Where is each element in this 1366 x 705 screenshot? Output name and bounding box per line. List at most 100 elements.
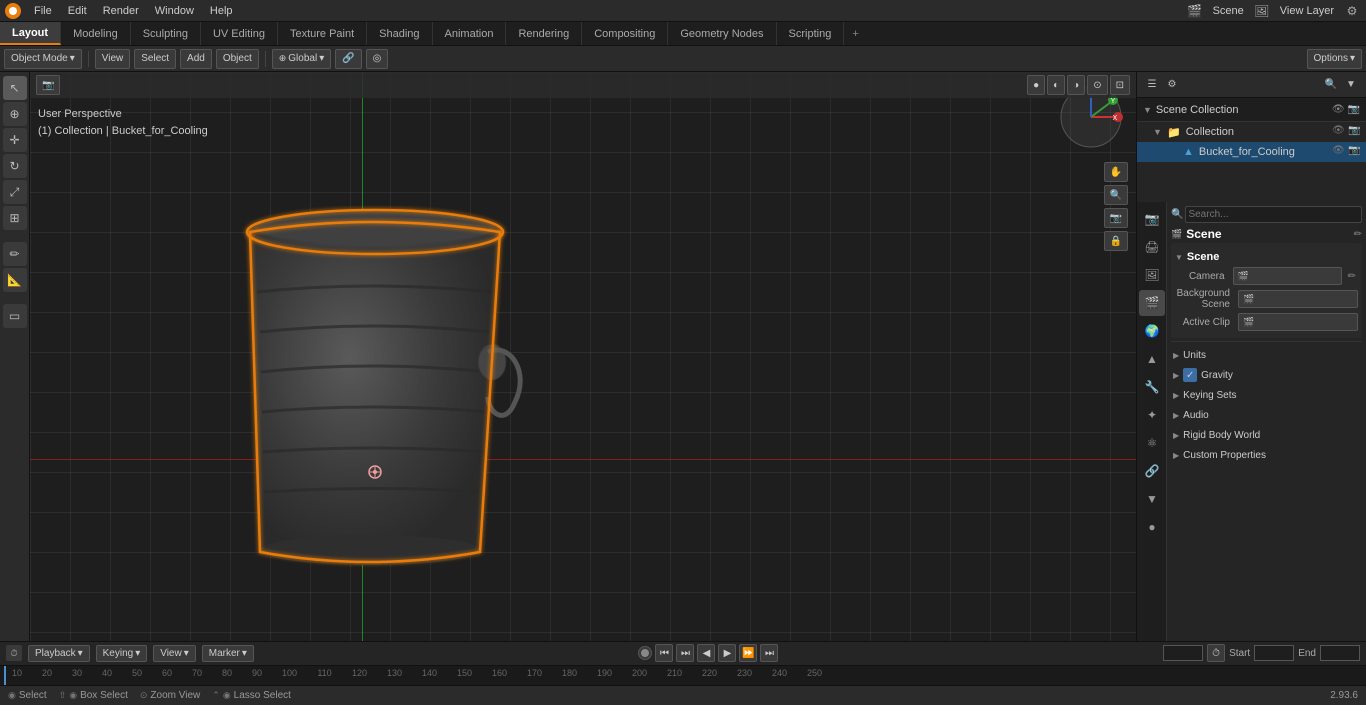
prev-keyframe-btn[interactable]: ⏭ [676, 644, 694, 662]
tool-add-cube[interactable]: ▭ [3, 304, 27, 328]
object-render-icon[interactable]: 📷 [1348, 145, 1362, 159]
tab-texture-paint[interactable]: Texture Paint [278, 22, 367, 45]
view-layer-icon[interactable]: 🖼 [1252, 1, 1272, 21]
viewport-shading-rendered[interactable]: ◑ [1067, 75, 1085, 95]
tab-animation[interactable]: Animation [433, 22, 507, 45]
prop-particles-btn[interactable]: ✦ [1139, 402, 1165, 428]
select-menu[interactable]: Select [134, 49, 176, 69]
camera-view-btn[interactable]: 📷 [1104, 208, 1128, 228]
bucket-3d-object[interactable] [170, 132, 580, 622]
menu-help[interactable]: Help [202, 3, 241, 19]
camera-edit-btn[interactable]: ✏ [1346, 271, 1358, 282]
gravity-collapsible[interactable]: ▶ ✓ Gravity [1171, 365, 1362, 385]
viewport-gizmo-toggle[interactable]: 📷 [36, 75, 60, 95]
viewport-xray-btn[interactable]: ⊡ [1110, 75, 1130, 95]
scene-collection-triangle[interactable]: ▼ [1143, 105, 1152, 115]
prop-view-layer-btn[interactable]: 🖼 [1139, 262, 1165, 288]
end-frame-input[interactable]: 250 [1320, 645, 1360, 661]
pan-view-btn[interactable]: ✋ [1104, 162, 1128, 182]
marker-btn[interactable]: Marker ▾ [202, 645, 254, 662]
viewport-3d[interactable]: 📷 ● ◐ ◑ ⊙ ⊡ User Perspective (1) Collect… [30, 72, 1136, 641]
filter-btn[interactable]: ▼ [1342, 76, 1360, 94]
prop-data-btn[interactable]: ▼ [1139, 486, 1165, 512]
prop-constraints-btn[interactable]: 🔗 [1139, 458, 1165, 484]
prop-render-btn[interactable]: 📷 [1139, 206, 1165, 232]
prop-world-btn[interactable]: 🌍 [1139, 318, 1165, 344]
visibility-icon[interactable]: 👁 [1332, 104, 1345, 115]
timeline-type-icon[interactable]: ⏱ [6, 645, 22, 661]
view-lock-btn[interactable]: 🔒 [1104, 231, 1128, 251]
tab-geometry-nodes[interactable]: Geometry Nodes [668, 22, 776, 45]
view-timeline-btn[interactable]: View ▾ [153, 645, 196, 662]
transform-global[interactable]: ⊕ Global ▾ [272, 49, 331, 69]
keying-sets-collapsible[interactable]: ▶ Keying Sets [1171, 385, 1362, 405]
jump-start-btn[interactable]: ⏮ [655, 644, 673, 662]
rigid-body-collapsible[interactable]: ▶ Rigid Body World [1171, 425, 1362, 445]
collection-render-icon[interactable]: 📷 [1348, 125, 1362, 139]
play-btn[interactable]: ▶ [718, 644, 736, 662]
keying-btn[interactable]: Keying ▾ [96, 645, 148, 662]
snap-button[interactable]: 🔗 [335, 49, 361, 69]
tab-modeling[interactable]: Modeling [61, 22, 131, 45]
view-menu[interactable]: View [95, 49, 131, 69]
background-scene-value[interactable]: 🎬 [1238, 290, 1358, 308]
zoom-view-btn[interactable]: 🔍 [1104, 185, 1128, 205]
add-menu[interactable]: Add [180, 49, 212, 69]
gravity-checkbox[interactable]: ✓ [1183, 368, 1197, 382]
menu-render[interactable]: Render [95, 3, 147, 19]
tab-sculpting[interactable]: Sculpting [131, 22, 201, 45]
render-engine-icon[interactable]: ⚙ [1342, 1, 1362, 21]
tool-scale[interactable]: ⤢ [3, 180, 27, 204]
prop-search-input[interactable] [1185, 206, 1362, 223]
prop-output-btn[interactable]: 🖨 [1139, 234, 1165, 260]
prop-context-btn[interactable]: ✏ [1354, 229, 1362, 240]
collection-eye-icon[interactable]: 👁 [1332, 125, 1346, 139]
custom-props-collapsible[interactable]: ▶ Custom Properties [1171, 445, 1362, 465]
tool-cursor[interactable]: ⊕ [3, 102, 27, 126]
collection-row[interactable]: ▼ 📁 Collection 👁 📷 [1137, 122, 1366, 142]
options-button[interactable]: Options ▾ [1307, 49, 1363, 69]
search-icon[interactable]: 🔍 [1322, 76, 1340, 94]
record-btn[interactable] [638, 646, 652, 660]
object-menu[interactable]: Object [216, 49, 259, 69]
tab-layout[interactable]: Layout [0, 22, 61, 45]
object-row-bucket[interactable]: ▲ Bucket_for_Cooling 👁 📷 [1137, 142, 1366, 162]
menu-edit[interactable]: Edit [60, 3, 95, 19]
outliner-icon[interactable]: ☰ [1143, 76, 1161, 94]
active-clip-value[interactable]: 🎬 [1238, 313, 1358, 331]
tab-scripting[interactable]: Scripting [777, 22, 845, 45]
tool-transform[interactable]: ⊞ [3, 206, 27, 230]
tool-move[interactable]: ✛ [3, 128, 27, 152]
tool-select[interactable]: ↖ [3, 76, 27, 100]
collection-arrow[interactable]: ▼ [1153, 127, 1165, 137]
filter-icon[interactable]: ⚙ [1163, 76, 1181, 94]
prop-modifiers-btn[interactable]: 🔧 [1139, 374, 1165, 400]
object-eye-icon[interactable]: 👁 [1332, 145, 1346, 159]
camera-icon[interactable]: 📷 [36, 75, 60, 95]
add-workspace-button[interactable]: + [844, 24, 866, 44]
viewport-shading-solid[interactable]: ● [1027, 75, 1045, 95]
units-collapsible[interactable]: ▶ Units [1171, 345, 1362, 365]
scene-subsection-title[interactable]: ▼ Scene [1175, 247, 1358, 265]
mode-selector[interactable]: Object Mode ▾ [4, 49, 82, 69]
tool-measure[interactable]: 📐 [3, 268, 27, 292]
menu-file[interactable]: File [26, 3, 60, 19]
next-keyframe-btn[interactable]: ⏩ [739, 644, 757, 662]
prop-object-btn[interactable]: ▲ [1139, 346, 1165, 372]
current-frame-input[interactable]: 1 [1163, 645, 1203, 661]
tool-annotate[interactable]: ✏ [3, 242, 27, 266]
frame-step-icon[interactable]: ⏱ [1207, 644, 1225, 662]
prop-material-btn[interactable]: ● [1139, 514, 1165, 540]
tool-rotate[interactable]: ↻ [3, 154, 27, 178]
tab-shading[interactable]: Shading [367, 22, 432, 45]
start-frame-input[interactable]: 1 [1254, 645, 1294, 661]
prop-physics-btn[interactable]: ⚛ [1139, 430, 1165, 456]
tab-rendering[interactable]: Rendering [506, 22, 582, 45]
viewport-overlay-btn[interactable]: ⊙ [1087, 75, 1107, 95]
tab-compositing[interactable]: Compositing [582, 22, 668, 45]
play-reverse-btn[interactable]: ◀ [697, 644, 715, 662]
proportional-edit[interactable]: ◎ [366, 49, 389, 69]
menu-window[interactable]: Window [147, 3, 202, 19]
jump-end-btn[interactable]: ⏭ [760, 644, 778, 662]
camera-value[interactable]: 🎬 [1233, 267, 1342, 285]
